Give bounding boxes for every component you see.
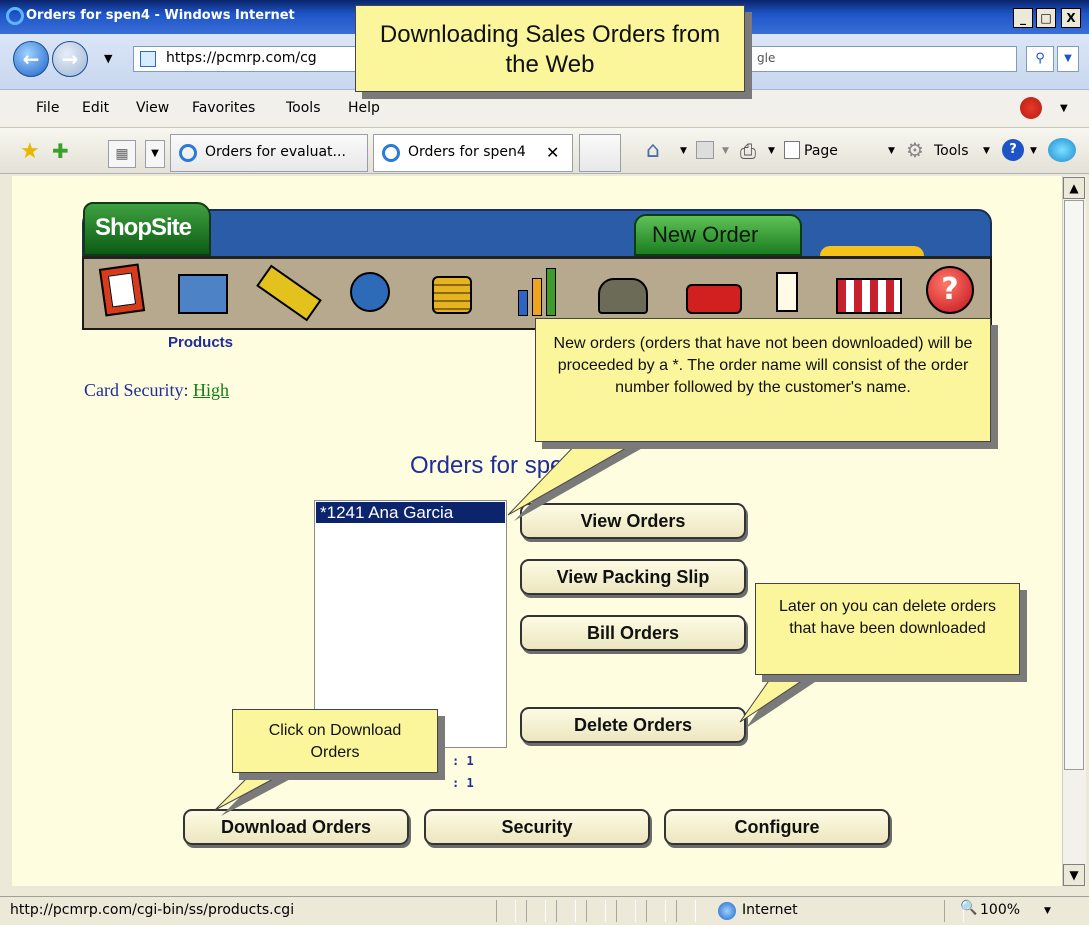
download-callout: Click on Download Orders (232, 709, 438, 773)
globe-icon (718, 902, 736, 920)
status-pane (586, 900, 606, 922)
callout-pointers (214, 439, 821, 816)
status-pane (526, 900, 546, 922)
status-pane (616, 900, 636, 922)
status-url: http://pcmrp.com/cgi-bin/ss/products.cgi (10, 902, 295, 918)
header-callout: Downloading Sales Orders from the Web (355, 5, 745, 92)
status-pane (646, 900, 666, 922)
status-pane (556, 900, 576, 922)
status-pane (676, 900, 696, 922)
zoom-dropdown-icon[interactable]: ▼ (1044, 906, 1051, 916)
security-zone: Internet (742, 902, 798, 918)
new-orders-callout: New orders (orders that have not been do… (535, 318, 991, 442)
status-pane (496, 900, 516, 922)
delete-callout: Later on you can delete orders that have… (755, 583, 1020, 675)
zoom-icon: 🔍 (960, 900, 978, 916)
zoom-level[interactable]: 100% (980, 902, 1020, 918)
